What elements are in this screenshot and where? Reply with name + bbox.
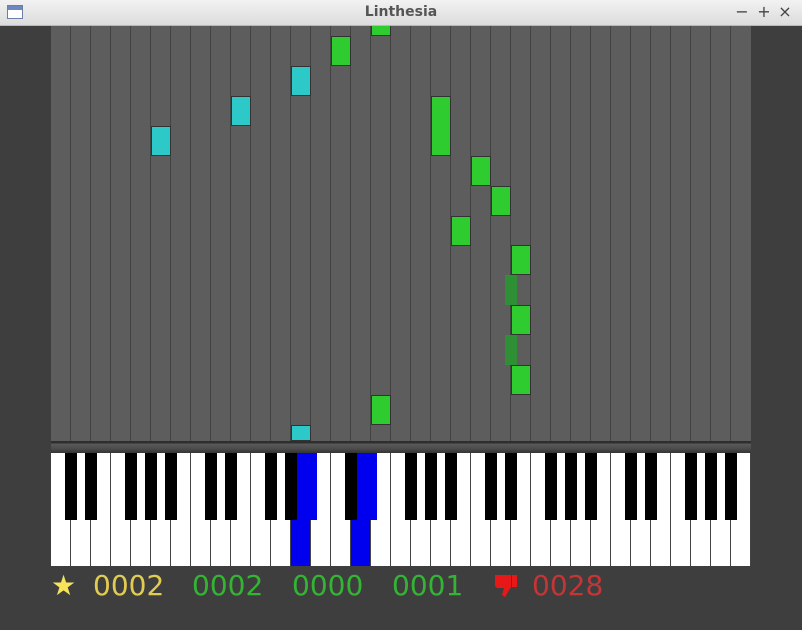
lane-divider [430, 26, 431, 441]
black-key[interactable] [85, 453, 97, 520]
black-key[interactable] [585, 453, 597, 520]
black-key[interactable] [725, 453, 737, 520]
lane-divider [410, 26, 411, 441]
falling-note [331, 36, 351, 66]
black-key[interactable] [225, 453, 237, 520]
lane-divider [110, 26, 111, 441]
lane-divider [550, 26, 551, 441]
lane-divider [670, 26, 671, 441]
score-bar: ★ 0002 0002 0000 0001 0028 [51, 568, 751, 604]
black-key[interactable] [685, 453, 697, 520]
lane-divider [70, 26, 71, 441]
black-key[interactable] [265, 453, 277, 520]
black-key[interactable] [365, 453, 377, 520]
lane-divider [250, 26, 251, 441]
black-key[interactable] [645, 453, 657, 520]
lane-divider [630, 26, 631, 441]
black-key[interactable] [305, 453, 317, 520]
lane-divider [350, 26, 351, 441]
lane-divider [210, 26, 211, 441]
black-key[interactable] [405, 453, 417, 520]
miss-count: 0028 [532, 569, 604, 602]
lane-divider [90, 26, 91, 441]
black-key[interactable] [285, 453, 297, 520]
black-key[interactable] [445, 453, 457, 520]
thumbs-down-icon [495, 575, 517, 597]
lane-divider [170, 26, 171, 441]
black-key[interactable] [425, 453, 437, 520]
black-key[interactable] [625, 453, 637, 520]
window-title: Linthesia [364, 4, 438, 20]
title-bar: Linthesia − + × [0, 0, 802, 26]
star-icon: ★ [51, 569, 77, 602]
lane-divider [610, 26, 611, 441]
black-key[interactable] [565, 453, 577, 520]
falling-note [151, 126, 171, 156]
keyboard-top-bar [51, 441, 751, 453]
lane-divider [490, 26, 491, 441]
black-key[interactable] [205, 453, 217, 520]
falling-note [231, 96, 251, 126]
black-key[interactable] [65, 453, 77, 520]
black-key[interactable] [545, 453, 557, 520]
falling-note [491, 186, 511, 216]
maximize-button[interactable]: + [755, 2, 773, 22]
lane-divider [650, 26, 651, 441]
lane-divider [270, 26, 271, 441]
falling-note [505, 335, 517, 365]
falling-note [511, 365, 531, 395]
hits-count: 0002 [192, 569, 264, 602]
falling-note [471, 156, 491, 186]
minimize-button[interactable]: − [733, 2, 751, 22]
falling-note [451, 216, 471, 246]
falling-notes-area [51, 26, 751, 441]
score-count: 0002 [93, 569, 165, 602]
falling-note [291, 66, 311, 96]
close-button[interactable]: × [776, 2, 794, 22]
lane-divider [590, 26, 591, 441]
black-key[interactable] [165, 453, 177, 520]
lane-divider [230, 26, 231, 441]
lane-divider [690, 26, 691, 441]
black-key[interactable] [505, 453, 517, 520]
black-key[interactable] [145, 453, 157, 520]
falling-note [505, 275, 517, 305]
falling-note [371, 395, 391, 425]
falling-note [291, 425, 311, 441]
ok-count: 0001 [392, 569, 464, 602]
lane-divider [330, 26, 331, 441]
lane-divider [130, 26, 131, 441]
lane-divider [710, 26, 711, 441]
black-key[interactable] [125, 453, 137, 520]
lane-divider [570, 26, 571, 441]
black-key[interactable] [345, 453, 357, 520]
falling-note [511, 305, 531, 335]
piano-keyboard[interactable] [51, 453, 751, 566]
lane-divider [370, 26, 371, 441]
black-key[interactable] [705, 453, 717, 520]
lane-divider [390, 26, 391, 441]
good-count: 0000 [292, 569, 364, 602]
falling-note [431, 96, 451, 156]
falling-note [371, 26, 391, 36]
lane-divider [190, 26, 191, 441]
black-key[interactable] [485, 453, 497, 520]
lane-divider [150, 26, 151, 441]
lane-divider [730, 26, 731, 441]
falling-note [511, 245, 531, 275]
